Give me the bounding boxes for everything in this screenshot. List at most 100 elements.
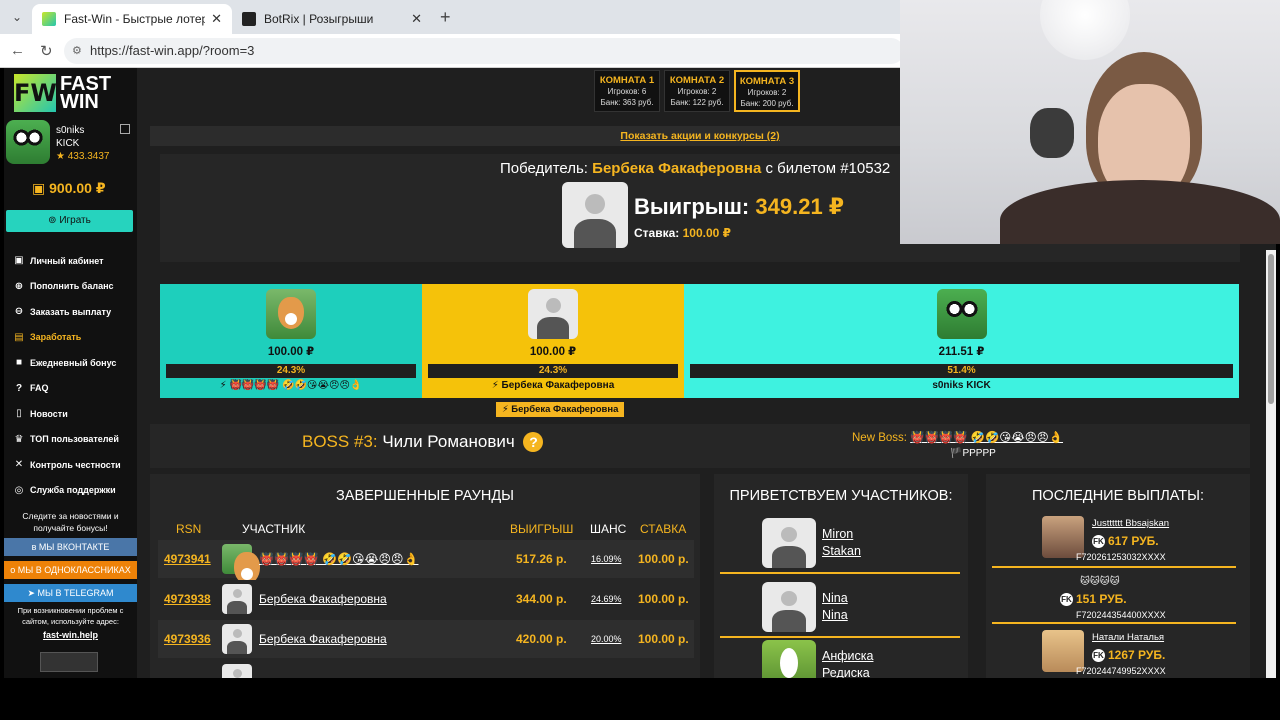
tab-search-icon[interactable]: ⌄ — [8, 8, 26, 26]
close-tab-icon[interactable]: ✕ — [411, 11, 422, 27]
payout-amount-value: 151 РУБ. — [1076, 592, 1127, 606]
reload-icon[interactable]: ↻ — [40, 42, 53, 60]
back-icon[interactable]: ← — [10, 42, 25, 59]
sidebar: FW FAST WIN s0niks KICK ★ 433.3437 ▣ 900… — [4, 68, 137, 678]
sidebar-item-top-users[interactable]: ♛ ТОП пользователей — [12, 427, 136, 453]
room-bank: Банк: 200 руб. — [740, 99, 794, 108]
support-icon: ◎ — [14, 484, 24, 496]
sidebar-item-support[interactable]: ◎ Служба поддержки — [12, 478, 136, 504]
col-bet: СТАВКА — [640, 522, 687, 536]
sidebar-menu: ▣ Личный кабинет ⊕ Пополнить баланс ⊖ Заказ… — [12, 248, 136, 503]
page-scrollbar[interactable] — [1266, 250, 1276, 678]
round-win: 420.00 р. — [516, 632, 567, 646]
winner-name[interactable]: Бербека Факаферовна — [592, 160, 761, 177]
payout-id: F72024474995​2XXXX — [1076, 666, 1166, 676]
round-chance[interactable]: 24.69% — [591, 594, 622, 604]
participant-name[interactable]: ⚡ Бербека Факаферовна — [422, 380, 684, 391]
round-user[interactable]: 👹👹👹👹 🤣🤣😘😭😠😠👌 — [259, 552, 418, 566]
trouble-text: При возникновении проблем с сайтом, испо… — [17, 606, 124, 626]
sidebar-item-daily-bonus[interactable]: ■ Ежедневный бонус — [12, 350, 136, 376]
bet-label: Ставка: — [634, 226, 680, 240]
welcome-avatar — [762, 518, 816, 568]
participant-bet: 211.51 ₽ — [938, 346, 985, 358]
payout-name[interactable]: 🐱🐱🐱🐱 — [1080, 576, 1120, 587]
round-id-link[interactable]: 4973941 — [164, 552, 211, 566]
telegram-button[interactable]: ➤ МЫ В TELEGRAM — [4, 584, 137, 602]
bet-amount: Ставка: 100.00 ₽ — [634, 226, 731, 240]
round-win: 517.26 р. — [516, 552, 567, 566]
round-user[interactable]: Бербека Факаферовна — [259, 632, 387, 646]
play-button[interactable]: ⊚ Играть — [6, 210, 133, 232]
col-chance: ШАНС — [590, 522, 627, 536]
round-chance[interactable]: 20.00% — [591, 634, 622, 644]
close-tab-icon[interactable]: ✕ — [211, 11, 222, 27]
room-name: КОМНАТА 2 — [669, 75, 725, 86]
payout-name[interactable]: Натали Наталья — [1092, 632, 1164, 643]
welcome-panel: ПРИВЕТСТВУЕМ УЧАСТНИКОВ: Miron Stakan Nin… — [714, 474, 968, 678]
money-icon: ▣ — [32, 180, 50, 196]
participant-avatar — [266, 289, 316, 339]
sidebar-item-label: Контроль честности — [30, 459, 121, 470]
tab-room-1[interactable]: КОМНАТА 1 Игроков: 6 Банк: 363 руб. — [594, 70, 660, 112]
round-id-link[interactable]: 4973936 — [164, 632, 211, 646]
fk-wallet-icon: FK — [1092, 649, 1105, 663]
question-icon[interactable]: ? — [523, 432, 544, 452]
list-item: Miron Stakan — [720, 512, 960, 574]
sidebar-item-withdraw[interactable]: ⊖ Заказать выплату — [12, 299, 136, 325]
sidebar-item-news[interactable]: ▯ Новости — [12, 401, 136, 427]
list-item: Натали Наталья FK 1267 РУБ. F72024474995​… — [992, 626, 1236, 678]
tab-room-2[interactable]: КОМНАТА 2 Игроков: 2 Банк: 122 руб. — [664, 70, 730, 112]
welcome-name[interactable]: Nina Nina — [822, 590, 848, 624]
welcome-avatar — [762, 640, 816, 678]
welcome-name[interactable]: Miron Stakan — [822, 526, 861, 560]
vk-button[interactable]: ʙ МЫ ВКОНТАКТЕ — [4, 538, 137, 556]
help-link[interactable]: fast-win.help — [4, 630, 137, 640]
round-avatar — [222, 544, 260, 584]
participant-tooltip: ⚡ Бербека Факаферовна — [496, 402, 625, 417]
sidebar-item-earn[interactable]: ▤ Заработать — [12, 325, 136, 351]
winner-ticket: с билетом #10532 — [765, 160, 891, 177]
money-icon: ▤ — [14, 331, 24, 343]
room-name: КОМНАТА 3 — [739, 76, 795, 87]
payout-name[interactable]: Justttttt Bbsajskan — [1092, 518, 1169, 529]
fk-wallet-icon: FK — [1092, 535, 1105, 549]
round-chance[interactable]: 16.09% — [591, 554, 622, 564]
round-bet: 100.00 р. — [638, 552, 689, 566]
ok-button[interactable]: ο МЫ В ОДНОКЛАССНИКАХ — [4, 561, 137, 579]
new-tab-icon[interactable]: + — [440, 7, 451, 28]
scrollbar-thumb[interactable] — [1268, 254, 1274, 404]
participant-chance: 51.4% — [690, 364, 1233, 378]
ok-label: МЫ В ОДНОКЛАССНИКАХ — [17, 565, 131, 575]
sidebar-item-label: ТОП пользователей — [30, 434, 119, 445]
user-avatar[interactable] — [6, 120, 50, 164]
round-user[interactable]: Бербека Факаферовна — [259, 592, 387, 606]
welcome-name[interactable]: Анфиска Редиска — [822, 648, 873, 678]
new-boss-name[interactable]: 👹👹👹👹 🤣🤣😘😭😠😠👌 — [910, 432, 1063, 444]
col-user: УЧАСТНИК — [242, 522, 306, 536]
balance: ▣ 900.00 ₽ — [32, 180, 106, 197]
participant-bet: 100.00 ₽ — [529, 346, 577, 358]
sidebar-item-fairness[interactable]: ✕ Контроль честности — [12, 452, 136, 478]
logo[interactable]: FW FAST WIN — [14, 74, 111, 112]
site-info-icon[interactable]: ⚙ — [72, 38, 82, 64]
list-item: Анфиска Редиска — [720, 634, 960, 678]
tab-botrix[interactable]: BotRix | Розыгрыши ✕ — [232, 4, 432, 34]
sidebar-item-label: FAQ — [30, 383, 49, 394]
sidebar-item-cabinet[interactable]: ▣ Личный кабинет — [12, 248, 136, 274]
tab-room-3[interactable]: КОМНАТА 3 Игроков: 2 Банк: 200 руб. — [734, 70, 800, 112]
round-id-link[interactable]: 4973938 — [164, 592, 211, 606]
tab-fast-win[interactable]: Fast-Win - Быстрые лотереи! Ком ✕ — [32, 4, 232, 34]
col-rsn: RSN — [176, 522, 202, 536]
round-avatar — [222, 584, 252, 614]
question-icon: ? — [15, 382, 23, 394]
boss-name: Чили Романович — [382, 432, 515, 451]
sidebar-item-deposit[interactable]: ⊕ Пополнить баланс — [12, 274, 136, 300]
participant-avatar — [528, 289, 578, 339]
counter-badge[interactable] — [40, 652, 98, 672]
logo-text: FAST WIN — [60, 74, 111, 112]
sidebar-item-faq[interactable]: ? FAQ — [12, 376, 136, 402]
payout-id: F72026125303​2XXXX — [1076, 552, 1166, 562]
url-input[interactable]: ⚙ https://fast-win.app/?room=3 — [64, 38, 904, 64]
profile-card-icon[interactable] — [120, 124, 130, 134]
participant-segment: 100.00 ₽ 24.3% ⚡ 👹👹👹👹 🤣🤣😘😭😠😠👌 — [160, 284, 422, 398]
